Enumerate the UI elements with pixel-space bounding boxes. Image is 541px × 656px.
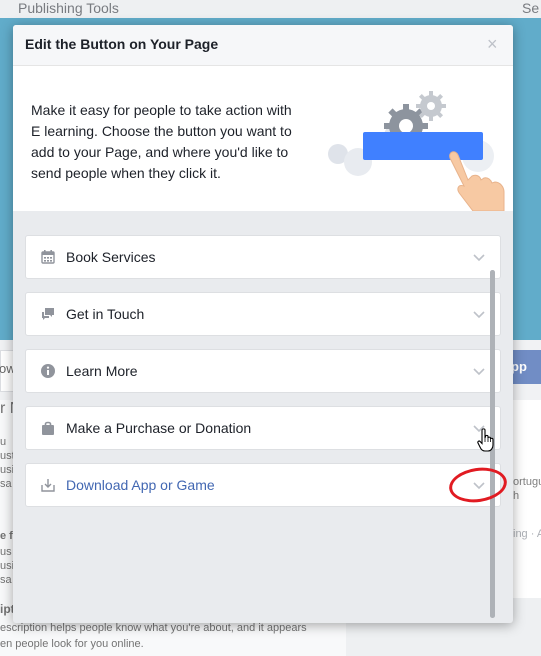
option-label: Make a Purchase or Donation [66, 420, 252, 436]
option-label: Book Services [66, 249, 156, 265]
chat-bubbles-icon [42, 308, 54, 320]
chevron-down-icon[interactable] [472, 307, 486, 321]
option-label: Get in Touch [66, 306, 145, 322]
shopping-bag-icon [42, 421, 54, 435]
option-download-app-or-game[interactable]: Download App or Game [25, 463, 501, 507]
option-learn-more[interactable]: Learn More [25, 349, 501, 393]
chevron-down-icon[interactable] [472, 364, 486, 378]
calendar-icon [41, 250, 55, 264]
intro-text: Make it easy for people to take action w… [31, 102, 292, 181]
dialog-title: Edit the Button on Your Page [25, 36, 219, 52]
button-illustration [328, 91, 505, 211]
option-book-services[interactable]: Book Services [25, 235, 501, 279]
option-get-in-touch[interactable]: Get in Touch [25, 292, 501, 336]
option-label: Learn More [66, 363, 138, 379]
option-label: Download App or Game [66, 477, 215, 493]
download-icon [41, 479, 55, 492]
option-make-purchase-or-donation[interactable]: Make a Purchase or Donation [25, 406, 501, 450]
edit-button-dialog: Edit the Button on Your Page × Make it e… [13, 25, 513, 623]
chevron-down-icon[interactable] [472, 250, 486, 264]
dialog-header: Edit the Button on Your Page × [13, 25, 513, 66]
hand-cursor-icon [477, 428, 494, 452]
info-icon [41, 364, 55, 378]
dialog-intro: Make it easy for people to take action w… [13, 66, 513, 211]
close-icon[interactable]: × [487, 34, 498, 54]
